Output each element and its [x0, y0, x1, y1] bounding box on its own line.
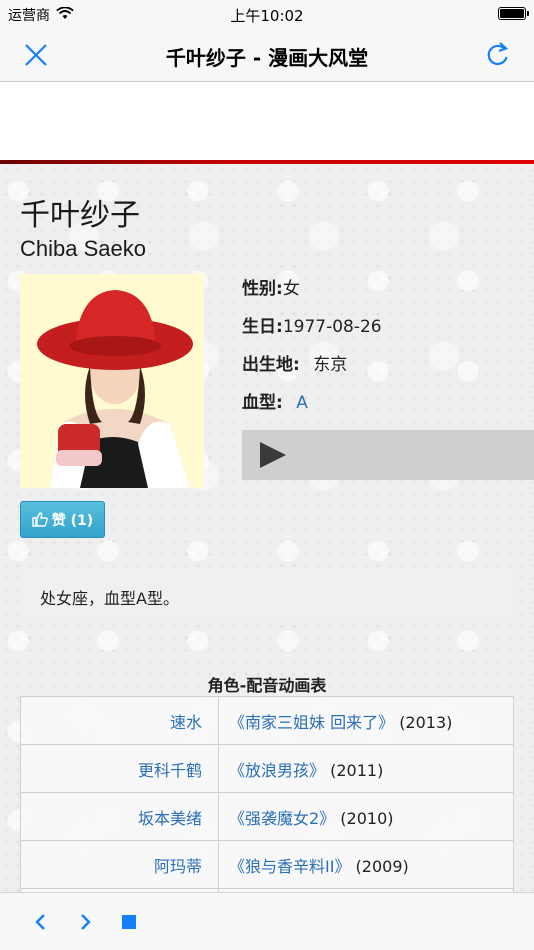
person-photo [20, 274, 204, 488]
birthday-label: 生日: [242, 317, 283, 337]
forward-button[interactable] [72, 909, 98, 935]
roles-table-caption: 角色-配音动画表 [207, 676, 327, 695]
birthday-value: 1977-08-26 [282, 317, 382, 337]
anime-year: (2011) [330, 760, 384, 780]
status-bar: 运营商 上午10:02 [0, 0, 534, 28]
birthplace-label: 出生地: [242, 355, 300, 375]
back-icon [35, 914, 45, 930]
anime-year: (2013) [399, 712, 453, 732]
thumbs-up-icon [32, 512, 48, 527]
role-name[interactable]: 阿玛蒂 [20, 840, 219, 889]
table-row: 阿玛蒂 《狼与香辛料II》 (2009) [20, 840, 514, 889]
description-box: 处女座，血型A型。 [20, 570, 514, 620]
anime-title-link[interactable]: 《强袭魔女2》 [229, 809, 335, 828]
navigation-bar: 千叶纱子 - 漫画大风堂 [0, 28, 534, 82]
stop-icon [122, 915, 136, 929]
person-name-en: Chiba Saeko [20, 236, 146, 261]
birthplace-value[interactable]: 东京 [313, 355, 347, 375]
anime-title-link[interactable]: 《南家三姐妹 回来了》 [229, 713, 394, 732]
anime-title-link[interactable]: 《放浪男孩》 [229, 761, 325, 780]
blood-type-row: 血型: A [242, 390, 382, 428]
gender-value: 女 [282, 279, 300, 299]
reload-icon [487, 42, 509, 66]
role-name[interactable]: 速水 [20, 696, 219, 745]
anime-year: (2010) [340, 808, 394, 828]
like-button[interactable]: 赞 (1) [20, 501, 105, 538]
role-name[interactable]: 更科千鹤 [20, 744, 219, 793]
audio-player[interactable] [242, 430, 534, 480]
table-row: 速水 《南家三姐妹 回来了》 (2013) [20, 696, 514, 745]
roles-table: 速水 《南家三姐妹 回来了》 (2013) 更科千鹤 《放浪男孩》 (2011)… [20, 696, 514, 892]
table-row: 更科千鹤 《放浪男孩》 (2011) [20, 744, 514, 793]
role-work: 《狼与香辛料II》 (2009) [218, 840, 514, 889]
gender-row: 性别:女 [242, 276, 382, 314]
anime-year: (2009) [355, 856, 409, 876]
forward-icon [81, 914, 91, 930]
blood-type-label: 血型: [242, 393, 283, 413]
banner-area [0, 83, 534, 161]
play-icon[interactable] [260, 442, 286, 468]
status-time: 上午10:02 [230, 7, 304, 25]
page-title: 千叶纱子 - 漫画大风堂 [165, 46, 369, 70]
anime-title-link[interactable]: 《狼与香辛料II》 [229, 857, 350, 876]
role-name[interactable]: 坂本美绪 [20, 792, 219, 841]
blood-type-value[interactable]: A [296, 393, 308, 413]
description-text: 处女座，血型A型。 [40, 589, 179, 608]
web-content: 千叶纱子 Chiba Saeko 性别:女 生日:1977-08-26 出生地:… [0, 164, 534, 892]
battery-icon [498, 7, 529, 20]
table-row: 坂本美绪 《强袭魔女2》 (2010) [20, 792, 514, 841]
role-work: 《强袭魔女2》 (2010) [218, 792, 514, 841]
browser-toolbar [0, 892, 534, 950]
back-button[interactable] [28, 909, 54, 935]
birthday-row: 生日:1977-08-26 [242, 314, 382, 352]
birthplace-row: 出生地: 东京 [242, 352, 382, 390]
person-name-cn: 千叶纱子 [20, 198, 140, 233]
person-info: 性别:女 生日:1977-08-26 出生地: 东京 血型: A [242, 276, 382, 428]
role-work: 《南家三姐妹 回来了》 (2013) [218, 696, 514, 745]
reload-button[interactable] [480, 38, 516, 72]
role-work: 《放浪男孩》 (2011) [218, 744, 514, 793]
stop-button[interactable] [116, 909, 142, 935]
like-button-label: 赞 (1) [51, 512, 94, 529]
gender-label: 性别: [242, 279, 283, 299]
